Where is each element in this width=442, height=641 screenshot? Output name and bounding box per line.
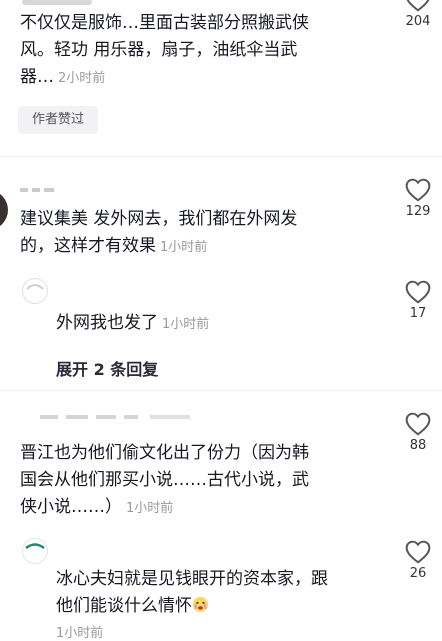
reply-2-1-time: 1小时前 [162, 317, 210, 332]
comment-2-like-count: 129 [405, 204, 431, 219]
reply-2-1-text: 外网我也发了 1小时前 [56, 313, 210, 333]
comment-3-like-button[interactable]: 88 [398, 412, 438, 453]
author-liked-badge: 作者赞过 [18, 106, 98, 134]
reply-3-1-like-button[interactable]: 26 [398, 540, 438, 581]
heart-icon [405, 412, 431, 436]
commenter-name-placeholder [22, 0, 112, 6]
comment-2-like-button[interactable]: 129 [398, 178, 438, 219]
expand-replies-button[interactable]: 展开 2 条回复 [56, 356, 158, 380]
comment-1-time: 2小时前 [58, 71, 106, 86]
comment-1-text: 不仅仅是服饰…里面古装部分照搬武侠 风。轻功 用乐器，扇子，油纸伞当武 器… 2小… [20, 13, 309, 87]
avatar[interactable] [0, 190, 8, 230]
reply-avatar[interactable] [22, 278, 48, 304]
reply-avatar[interactable] [22, 538, 48, 564]
comment-1-like-count: 204 [405, 14, 431, 29]
comment-3-time: 1小时前 [126, 501, 174, 516]
reply-3-1-time: 1小时前 [56, 626, 104, 641]
heart-icon [405, 178, 431, 202]
reply-3-1-like-count: 26 [409, 566, 427, 581]
reply-2-1-like-button[interactable]: 17 [398, 280, 438, 321]
reply-2-1-like-count: 17 [409, 306, 427, 321]
commenter-name-placeholder [20, 180, 80, 192]
crying-face-icon [192, 595, 209, 613]
comment-2-time: 1小时前 [160, 240, 208, 255]
divider [0, 156, 442, 157]
heart-icon [405, 540, 431, 564]
commenter-name-placeholder [40, 406, 200, 419]
comment-2-text: 建议集美 发外网去，我们都在外网发 的，这样才有效果 1小时前 [20, 209, 298, 256]
comment-1-like-button[interactable]: 204 [398, 0, 438, 29]
divider [0, 390, 442, 391]
comment-3-text: 晋江也为他们偷文化出了份力（因为韩 国会从他们那买小说……古代小说，武 侠小说…… [20, 443, 309, 517]
comment-3-like-count: 88 [409, 438, 427, 453]
heart-icon [405, 280, 431, 304]
reply-3-1-text: 冰心夫妇就是见钱眼开的资本家，跟 他们能谈什么情怀 [56, 569, 328, 616]
heart-icon [406, 0, 430, 12]
